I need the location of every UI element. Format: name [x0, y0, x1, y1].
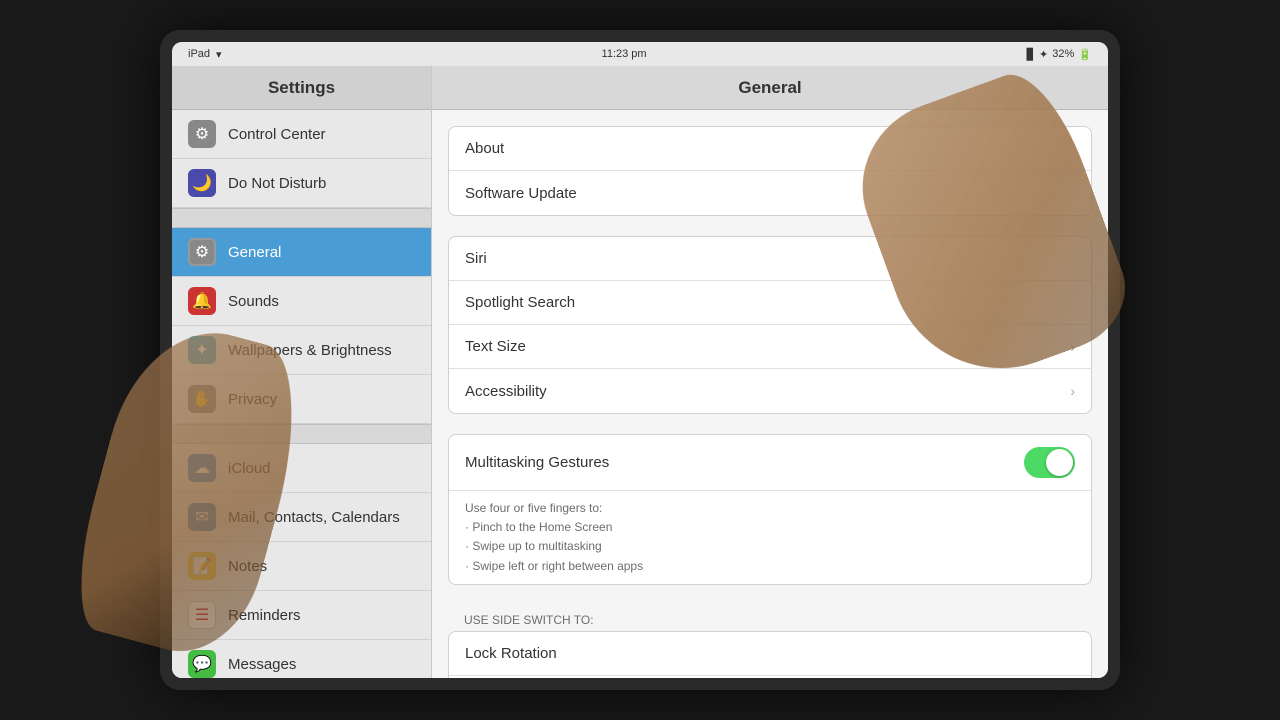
sidebar-item-label-notes: Notes: [228, 558, 267, 575]
reminders-icon: ☰: [188, 601, 216, 629]
mail-icon: ✉: [188, 503, 216, 531]
notes-icon: 📝: [188, 552, 216, 580]
sidebar-group-1: ⚙ Control Center 🌙 Do Not Disturb: [172, 110, 431, 208]
sidebar-item-sounds[interactable]: 🔔 Sounds: [172, 277, 431, 326]
general-icon: ⚙: [188, 238, 216, 266]
sidebar-item-privacy[interactable]: ✋ Privacy: [172, 375, 431, 424]
sidebar-separator-2: [172, 424, 431, 444]
sidebar-separator-1: [172, 208, 431, 228]
multitasking-group: Multitasking Gestures Use four or five f…: [448, 434, 1092, 585]
sidebar-item-do-not-disturb[interactable]: 🌙 Do Not Disturb: [172, 159, 431, 208]
device-label: iPad: [188, 48, 210, 60]
multitasking-row[interactable]: Multitasking Gestures: [449, 435, 1091, 491]
siri-label: Siri: [465, 250, 1075, 267]
multitasking-label: Multitasking Gestures: [465, 454, 1024, 471]
sidebar-group-2: ⚙ General 🔔 Sounds ✦ Wallpapers & Bright…: [172, 228, 431, 424]
sidebar-item-notes[interactable]: 📝 Notes: [172, 542, 431, 591]
sidebar-item-label-privacy: Privacy: [228, 391, 277, 408]
status-time: 11:23 pm: [602, 48, 647, 60]
sidebar-item-mail[interactable]: ✉ Mail, Contacts, Calendars: [172, 493, 431, 542]
mute-row[interactable]: Mute ✓: [449, 676, 1091, 678]
multitasking-toggle[interactable]: [1024, 447, 1075, 478]
privacy-icon: ✋: [188, 385, 216, 413]
sidebar-item-general[interactable]: ⚙ General: [172, 228, 431, 277]
siri-group: Siri Spotlight Search Text Size › Access…: [448, 236, 1092, 414]
accessibility-chevron: ›: [1070, 383, 1075, 399]
multitasking-description: Use four or five fingers to: · Pinch to …: [449, 491, 1091, 584]
side-switch-group: Lock Rotation Mute ✓: [448, 631, 1092, 678]
sounds-icon: 🔔: [188, 287, 216, 315]
about-row[interactable]: About: [449, 127, 1091, 171]
sidebar-item-label-wallpapers: Wallpapers & Brightness: [228, 342, 392, 359]
sidebar-item-label-mail: Mail, Contacts, Calendars: [228, 509, 400, 526]
text-size-label: Text Size: [465, 338, 1070, 355]
software-update-row[interactable]: Software Update: [449, 171, 1091, 215]
status-bar: iPad ▾ 11:23 pm ▊ ✦ 32% 🔋: [172, 42, 1108, 66]
spotlight-search-row[interactable]: Spotlight Search: [449, 281, 1091, 325]
sidebar-item-reminders[interactable]: ☰ Reminders: [172, 591, 431, 640]
wifi-icon: ▾: [216, 48, 222, 61]
sidebar-item-wallpapers[interactable]: ✦ Wallpapers & Brightness: [172, 326, 431, 375]
ipad-screen: iPad ▾ 11:23 pm ▊ ✦ 32% 🔋 Settings: [172, 42, 1108, 678]
accessibility-label: Accessibility: [465, 383, 1070, 400]
about-group: About Software Update: [448, 126, 1092, 216]
ipad-frame: iPad ▾ 11:23 pm ▊ ✦ 32% 🔋 Settings: [160, 30, 1120, 690]
toggle-knob: [1046, 449, 1073, 476]
wallpapers-icon: ✦: [188, 336, 216, 364]
text-size-chevron: ›: [1070, 339, 1075, 355]
sidebar-item-label-icloud: iCloud: [228, 460, 271, 477]
software-update-label: Software Update: [465, 185, 1075, 202]
do-not-disturb-icon: 🌙: [188, 169, 216, 197]
about-label: About: [465, 140, 1075, 157]
lock-rotation-label: Lock Rotation: [465, 645, 1075, 662]
sidebar-list: ⚙ Control Center 🌙 Do Not Disturb ⚙: [172, 110, 431, 678]
text-size-row[interactable]: Text Size ›: [449, 325, 1091, 369]
sidebar-title: Settings: [268, 78, 335, 98]
lock-rotation-row[interactable]: Lock Rotation: [449, 632, 1091, 676]
detail-header: General: [432, 66, 1108, 110]
status-left: iPad ▾: [188, 48, 222, 61]
battery-label: 32%: [1052, 48, 1074, 60]
sidebar-item-messages[interactable]: 💬 Messages: [172, 640, 431, 678]
sidebar-item-label-control-center: Control Center: [228, 126, 326, 143]
siri-row[interactable]: Siri: [449, 237, 1091, 281]
signal-icon: ▊: [1027, 48, 1035, 61]
detail-pane: General About Software Update: [432, 66, 1108, 678]
bluetooth-icon: ✦: [1039, 48, 1048, 61]
sidebar-item-control-center[interactable]: ⚙ Control Center: [172, 110, 431, 159]
sidebar-item-label-general: General: [228, 244, 281, 261]
sidebar-item-label-messages: Messages: [228, 656, 296, 673]
sidebar-item-icloud[interactable]: ☁ iCloud: [172, 444, 431, 493]
status-right: ▊ ✦ 32% 🔋: [1027, 48, 1092, 61]
messages-icon: 💬: [188, 650, 216, 678]
control-center-icon: ⚙: [188, 120, 216, 148]
use-side-switch-header: USE SIDE SWITCH TO:: [448, 605, 1092, 631]
icloud-icon: ☁: [188, 454, 216, 482]
sidebar-header: Settings: [172, 66, 431, 110]
sidebar-item-label-reminders: Reminders: [228, 607, 301, 624]
battery-icon: 🔋: [1078, 48, 1092, 61]
detail-content: About Software Update Siri Spotlight Sea…: [432, 110, 1108, 678]
spotlight-search-label: Spotlight Search: [465, 294, 1075, 311]
sidebar: Settings ⚙ Control Center 🌙 Do Not Distu…: [172, 66, 432, 678]
main-content: Settings ⚙ Control Center 🌙 Do Not Distu…: [172, 66, 1108, 678]
sidebar-group-3: ☁ iCloud ✉ Mail, Contacts, Calendars 📝 N…: [172, 444, 431, 678]
sidebar-item-label-sounds: Sounds: [228, 293, 279, 310]
accessibility-row[interactable]: Accessibility ›: [449, 369, 1091, 413]
detail-title: General: [738, 78, 801, 98]
sidebar-item-label-do-not-disturb: Do Not Disturb: [228, 175, 326, 192]
